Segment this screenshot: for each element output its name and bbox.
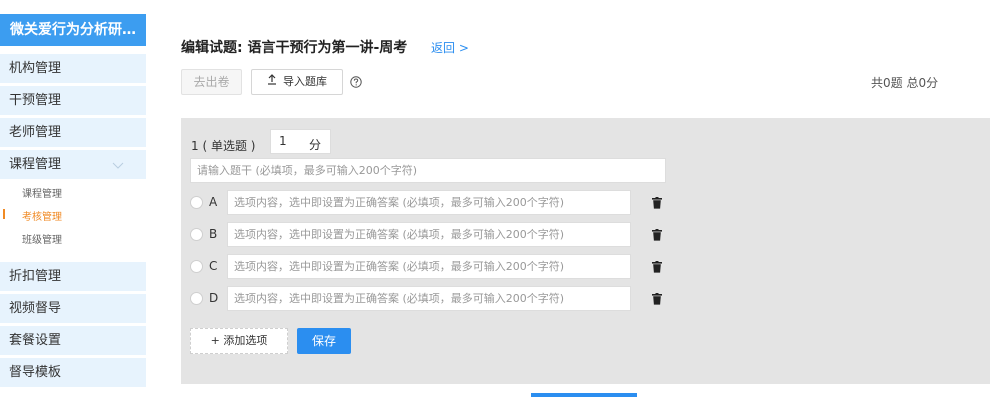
option-b-input[interactable]: 选项内容，选中即设置为正确答案 (必填项，最多可输入200个字符): [227, 222, 631, 247]
option-c-input[interactable]: 选项内容，选中即设置为正确答案 (必填项，最多可输入200个字符): [227, 254, 631, 279]
page-title: 编辑试题: 语言干预行为第一讲-周考: [181, 40, 408, 56]
trash-icon[interactable]: [652, 229, 662, 241]
question-summary: 共0题 总0分: [871, 76, 939, 90]
sidebar-item-label: 套餐设置: [9, 333, 62, 348]
sidebar-item-label: 课程管理: [9, 157, 62, 172]
option-d-letter: D: [209, 291, 219, 305]
trash-icon[interactable]: [652, 197, 662, 209]
out-paper-button[interactable]: 去出卷: [181, 69, 242, 95]
sidebar-brand[interactable]: 微关爱行为分析研…: [0, 14, 146, 46]
sidebar-item-discount[interactable]: 折扣管理: [0, 262, 146, 291]
question-editor: 1 ( 单选题 ) 1 分 请输入题干 (必填项，最多可输入200个字符) A …: [181, 118, 990, 384]
import-bank-button[interactable]: 导入题库: [251, 69, 343, 95]
add-option-button[interactable]: + 添加选项: [190, 328, 288, 354]
sidebar-item-package[interactable]: 套餐设置: [0, 326, 146, 355]
sidebar-subitem-exam[interactable]: 考核管理: [22, 211, 62, 225]
sidebar-subitem-course[interactable]: 课程管理: [22, 188, 62, 202]
question-type-label: 1 ( 单选题 ): [191, 139, 256, 153]
import-bank-label: 导入题库: [283, 75, 327, 88]
sidebar-item-label: 干预管理: [9, 93, 62, 108]
bottom-button-edge[interactable]: [531, 393, 637, 397]
option-a-radio[interactable]: [190, 196, 203, 209]
sidebar-item-institution[interactable]: 机构管理: [0, 54, 146, 83]
option-c-radio[interactable]: [190, 260, 203, 273]
option-a-letter: A: [209, 195, 218, 209]
sidebar-item-label: 老师管理: [9, 125, 62, 140]
sidebar-item-label: 机构管理: [9, 61, 62, 76]
sidebar-item-course[interactable]: 课程管理: [0, 150, 146, 179]
sidebar-item-label: 视频督导: [9, 301, 62, 316]
upload-icon: [268, 74, 276, 85]
score-input[interactable]: 1: [270, 129, 331, 154]
option-a-input[interactable]: 选项内容，选中即设置为正确答案 (必填项，最多可输入200个字符): [227, 190, 631, 215]
sidebar-item-label: 督导模板: [9, 365, 62, 380]
question-stem-input[interactable]: 请输入题干 (必填项，最多可输入200个字符): [190, 158, 666, 183]
option-c-letter: C: [209, 259, 218, 273]
option-b-radio[interactable]: [190, 228, 203, 241]
help-icon[interactable]: [350, 76, 362, 88]
option-d-input[interactable]: 选项内容，选中即设置为正确答案 (必填项，最多可输入200个字符): [227, 286, 631, 311]
option-b-letter: B: [209, 227, 218, 241]
score-unit: 分: [309, 138, 322, 152]
trash-icon[interactable]: [652, 293, 662, 305]
chevron-down-icon: [112, 162, 124, 169]
sidebar-item-intervention[interactable]: 干预管理: [0, 86, 146, 115]
sidebar-item-template[interactable]: 督导模板: [0, 358, 146, 387]
sidebar-subitem-class[interactable]: 班级管理: [22, 234, 62, 248]
save-button[interactable]: 保存: [297, 328, 351, 354]
sidebar-item-video[interactable]: 视频督导: [0, 294, 146, 323]
sidebar: 微关爱行为分析研… 机构管理 干预管理 老师管理 课程管理 课程管理 考核管理 …: [0, 0, 146, 397]
active-marker: [3, 209, 5, 219]
option-d-radio[interactable]: [190, 292, 203, 305]
back-link[interactable]: 返回 >: [431, 39, 469, 56]
sidebar-item-teacher[interactable]: 老师管理: [0, 118, 146, 147]
sidebar-item-label: 折扣管理: [9, 269, 62, 284]
trash-icon[interactable]: [652, 261, 662, 273]
